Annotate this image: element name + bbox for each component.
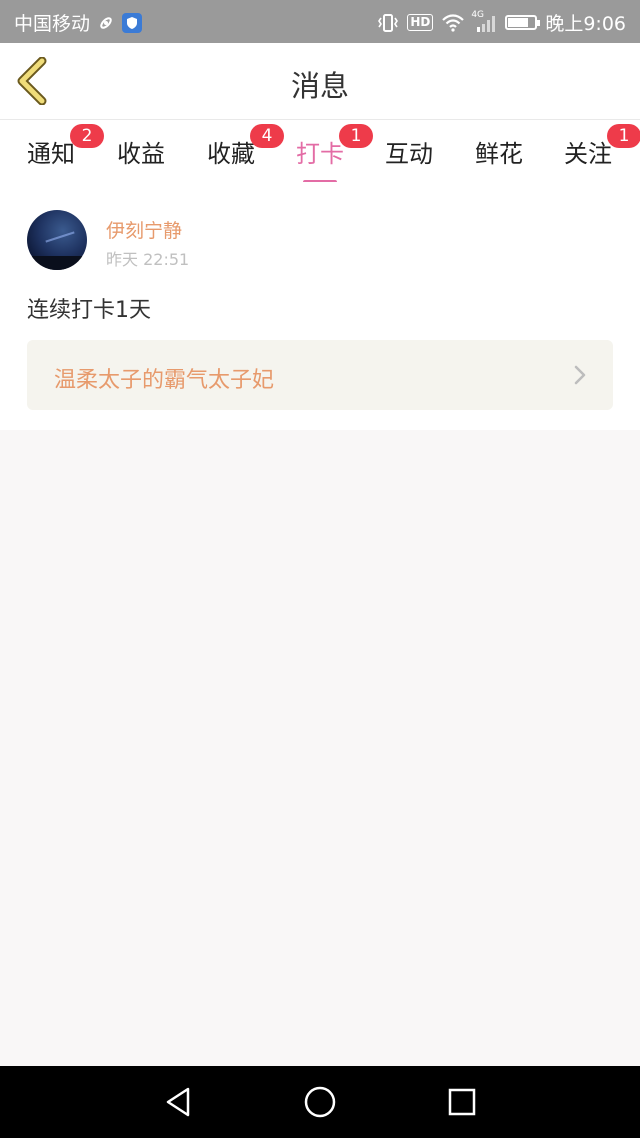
tab-label: 收益: [117, 140, 165, 168]
system-home-button[interactable]: [302, 1084, 338, 1120]
circle-home-icon: [304, 1086, 336, 1118]
carrier-label: 中国移动: [14, 13, 91, 35]
system-recents-button[interactable]: [444, 1084, 480, 1120]
square-recents-icon: [448, 1088, 476, 1116]
page-title: 消息: [290, 69, 349, 103]
avatar-ground: [27, 256, 87, 270]
tab-label: 收藏: [207, 140, 255, 168]
status-left: 中国移动: [14, 9, 143, 36]
avatar-streak: [45, 231, 75, 243]
system-nav-bar: [0, 1066, 640, 1138]
tab-bar: 通知 2 收益 收藏 4 打卡 1 互动 鲜花 关注 1: [0, 120, 640, 184]
tab-notifications[interactable]: 通知 2: [6, 124, 104, 169]
tab-label: 关注: [564, 140, 612, 168]
tab-interaction[interactable]: 互动: [364, 130, 454, 169]
battery-level: [508, 18, 529, 27]
vibrate-icon: [377, 13, 399, 32]
message-text: 连续打卡1天: [27, 298, 151, 323]
tab-earnings[interactable]: 收益: [96, 130, 186, 169]
tab-label: 打卡: [296, 140, 344, 168]
tab-flowers[interactable]: 鲜花: [454, 130, 544, 169]
tab-badge: 1: [607, 124, 640, 148]
triangle-back-icon: [166, 1087, 190, 1117]
wifi-icon: [441, 13, 465, 32]
book-title: 温柔太子的霸气太子妃: [54, 368, 275, 393]
tab-checkin[interactable]: 打卡 1: [275, 124, 373, 184]
network-type-label: 4G: [471, 9, 485, 20]
clock: 晚上9:06: [545, 13, 626, 35]
tab-label: 鲜花: [475, 140, 523, 168]
tab-favorites[interactable]: 收藏 4: [186, 124, 284, 169]
system-back-button[interactable]: [160, 1084, 196, 1120]
header: 消息: [0, 43, 640, 120]
hd-icon: HD: [407, 14, 434, 31]
status-right: HD 4G 晚上9:06: [377, 9, 626, 36]
shield-icon: [122, 12, 143, 33]
tab-follow[interactable]: 关注 1: [543, 124, 640, 169]
tab-label: 通知: [27, 140, 75, 168]
checkin-message-card: 伊刻宁静 昨天 22:51 连续打卡1天 温柔太子的霸气太子妃: [0, 182, 640, 430]
chevron-right-icon: [574, 365, 586, 385]
signal-icon: 4G: [471, 10, 497, 32]
book-link[interactable]: 温柔太子的霸气太子妃: [27, 340, 613, 410]
satellite-icon: [98, 15, 114, 31]
status-bar: 中国移动 HD 4G 晚上9:06: [0, 0, 640, 43]
timestamp: 昨天 22:51: [106, 250, 190, 269]
username[interactable]: 伊刻宁静: [106, 216, 182, 243]
tab-label: 互动: [385, 140, 433, 168]
battery-icon: [505, 15, 541, 30]
avatar[interactable]: [27, 210, 87, 270]
